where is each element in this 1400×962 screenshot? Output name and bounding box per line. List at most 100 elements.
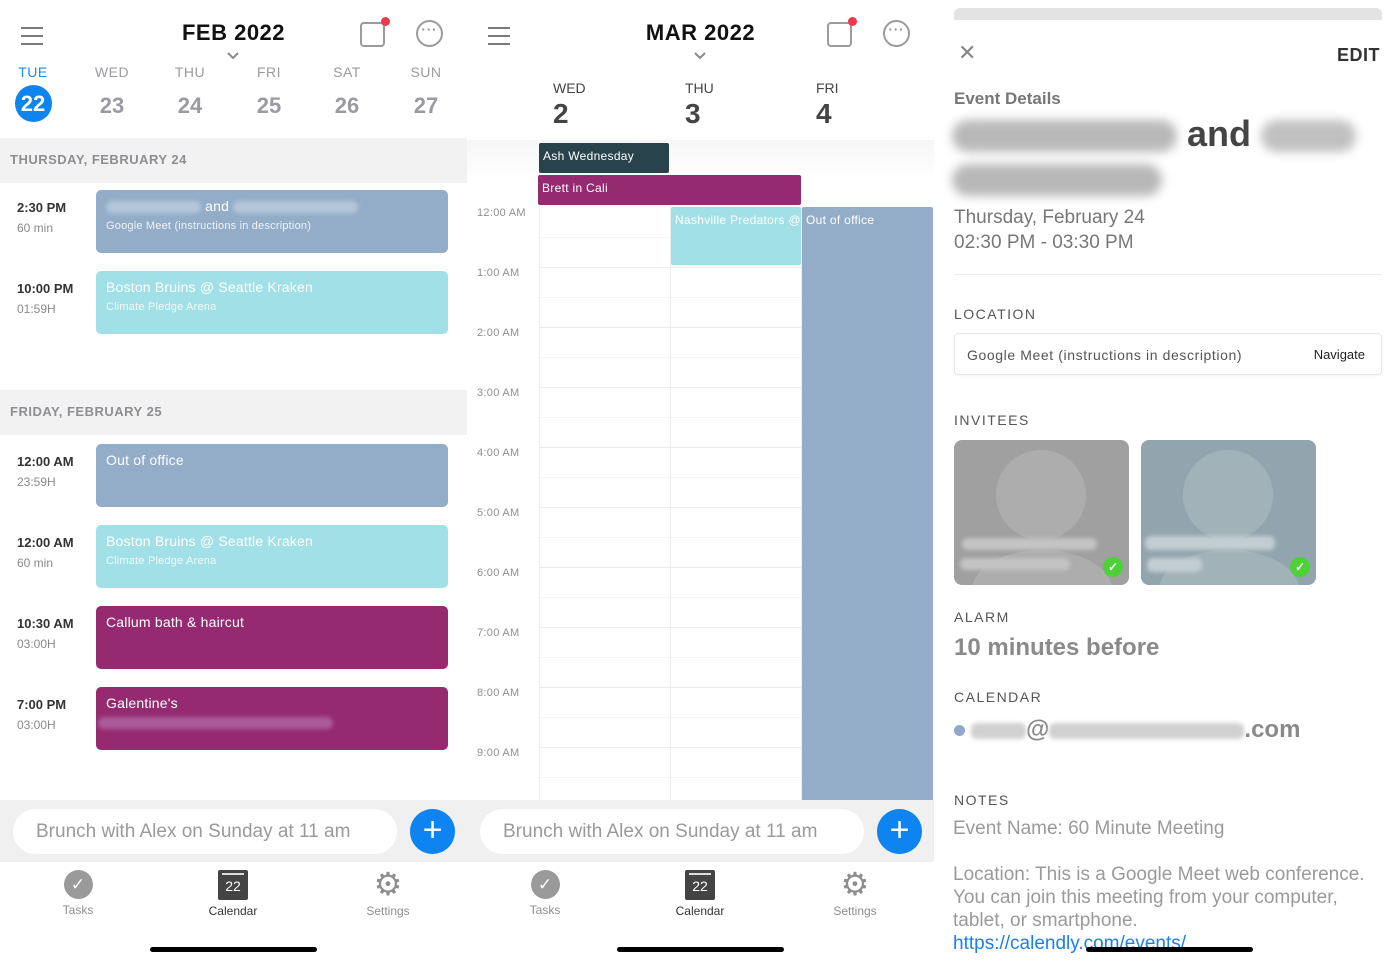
invitee-card[interactable]: ✓ [1141, 440, 1316, 585]
more-options-icon[interactable]: ··· [883, 20, 910, 47]
tab-calendar[interactable]: 22 Calendar [655, 870, 745, 918]
event-duration: 03:00H [17, 637, 56, 651]
gear-icon: ⚙ [373, 866, 403, 902]
home-indicator [617, 947, 784, 952]
week-day-wed[interactable]: WED 23 [82, 64, 142, 119]
tab-calendar[interactable]: 22 Calendar [188, 870, 278, 918]
quick-add-input[interactable] [13, 809, 397, 854]
chevron-down-icon[interactable] [694, 50, 706, 62]
event-card[interactable]: Boston Bruins @ Seattle Kraken Climate P… [96, 525, 448, 588]
weekday-label: WED [94, 64, 130, 80]
three-day-screen: MAR 2022 ··· WED 2 THU 3 FRI 4 Ash Wedne… [467, 0, 934, 962]
quick-add-input[interactable] [480, 809, 864, 854]
accepted-check-icon: ✓ [1290, 557, 1310, 577]
event-time-range: 02:30 PM - 03:30 PM [954, 232, 1134, 253]
home-indicator [150, 947, 317, 952]
month-title[interactable]: MAR 2022 [467, 20, 934, 46]
week-day-sun[interactable]: SUN 27 [396, 64, 456, 119]
check-circle-icon: ✓ [63, 870, 93, 899]
tab-label: Settings [833, 904, 877, 918]
tab-tasks[interactable]: ✓ Tasks [500, 870, 590, 917]
home-indicator [1086, 947, 1253, 952]
event-title: and [106, 198, 438, 214]
event-card[interactable]: Out of office [96, 444, 448, 507]
alarm-label: ALARM [954, 609, 1010, 625]
invitee-card[interactable]: ✓ [954, 440, 1129, 585]
timed-event[interactable]: Nashville Predators @ [671, 207, 801, 265]
weekday-label: FRI [256, 64, 282, 80]
avatar [996, 450, 1086, 540]
event-title: Boston Bruins @ Seattle Kraken [106, 533, 313, 549]
event-title: Boston Bruins @ Seattle Kraken [106, 279, 313, 295]
section-header: THURSDAY, FEBRUARY 24 [0, 138, 467, 183]
all-day-event[interactable]: Brett in Cali [538, 175, 801, 205]
week-day-thu[interactable]: THU 24 [160, 64, 220, 119]
hour-label: 12:00 AM [477, 207, 526, 219]
location-value: Google Meet (instructions in description… [967, 347, 1243, 363]
calendar-value[interactable]: @ .com [954, 716, 1300, 744]
calendar-icon: 22 [685, 870, 715, 900]
redacted-text [1261, 120, 1357, 153]
event-duration: 60 min [17, 556, 54, 570]
close-icon[interactable]: ✕ [958, 42, 976, 64]
day-column-header[interactable]: THU 3 [685, 80, 714, 130]
quick-add-bar: + [0, 800, 467, 862]
event-card[interactable]: Callum bath & haircut [96, 606, 448, 669]
chevron-down-icon[interactable] [227, 50, 239, 62]
redacted-text [971, 722, 1026, 739]
notification-inbox-icon[interactable] [827, 17, 857, 47]
event-title: Callum bath & haircut [106, 614, 245, 630]
timed-event[interactable]: Out of office [802, 207, 933, 800]
add-event-button[interactable]: + [877, 809, 922, 854]
agenda-list[interactable]: THURSDAY, FEBRUARY 24 2:30 PM 60 min and… [0, 138, 467, 802]
event-card[interactable]: and Google Meet (instructions in descrip… [96, 190, 448, 253]
tab-bar: ✓ Tasks 22 Calendar ⚙ Settings [0, 862, 467, 962]
notification-inbox-icon[interactable] [360, 17, 390, 47]
event-title: Out of office [106, 452, 184, 468]
edit-button[interactable]: EDIT [1337, 45, 1380, 66]
day-column-header[interactable]: WED 2 [553, 80, 586, 130]
week-day-sat[interactable]: SAT 26 [317, 64, 377, 119]
time-grid[interactable]: Ash Wednesday Brett in Cali Nashville Pr… [467, 140, 934, 800]
sheet-handle[interactable] [954, 8, 1382, 20]
redacted-text [960, 558, 1070, 570]
date-number: 25 [256, 93, 282, 118]
add-event-button[interactable]: + [410, 809, 455, 854]
tab-label: Tasks [62, 903, 94, 917]
navigate-button[interactable]: Navigate [1314, 347, 1365, 362]
hour-label: 4:00 AM [477, 447, 520, 459]
week-day-tue[interactable]: TUE 22 [3, 64, 63, 122]
date-number: 2 [553, 98, 569, 129]
notification-dot [848, 17, 857, 26]
event-time: 2:30 PM [17, 200, 67, 215]
calendar-label: CALENDAR [954, 689, 1043, 705]
weekday-label: WED [553, 80, 586, 96]
tab-settings[interactable]: ⚙ Settings [343, 866, 433, 918]
accepted-check-icon: ✓ [1103, 557, 1123, 577]
day-column-header[interactable]: FRI 4 [816, 80, 839, 130]
event-card[interactable]: Boston Bruins @ Seattle Kraken Climate P… [96, 271, 448, 334]
calendar-at: @ [1026, 716, 1050, 743]
week-day-fri[interactable]: FRI 25 [239, 64, 299, 119]
column-divider [539, 206, 540, 800]
calendar-suffix: .com [1244, 716, 1301, 743]
tab-settings[interactable]: ⚙ Settings [810, 868, 900, 918]
month-title[interactable]: FEB 2022 [0, 20, 467, 46]
tab-tasks[interactable]: ✓ Tasks [33, 870, 123, 917]
notes-line: Location: This is a Google Meet web conf… [953, 864, 1365, 931]
event-duration: 60 min [17, 221, 54, 235]
event-time: 12:00 AM [17, 535, 74, 550]
more-options-icon[interactable]: ··· [416, 20, 443, 47]
all-day-event[interactable]: Ash Wednesday [539, 143, 669, 173]
location-field[interactable]: Google Meet (instructions in description… [954, 333, 1382, 375]
hour-label: 3:00 AM [477, 387, 520, 399]
event-details-sheet: ✕ EDIT Event Details and Thursday, Febru… [934, 0, 1400, 962]
weekday-label: SUN [410, 64, 442, 80]
date-number: 3 [685, 98, 701, 129]
alarm-value[interactable]: 10 minutes before [954, 634, 1159, 662]
event-card[interactable]: Galentine's [96, 687, 448, 750]
avatar [1183, 450, 1273, 540]
redacted-text [1145, 536, 1275, 550]
redacted-text [1049, 722, 1245, 739]
tab-label: Calendar [675, 904, 725, 918]
